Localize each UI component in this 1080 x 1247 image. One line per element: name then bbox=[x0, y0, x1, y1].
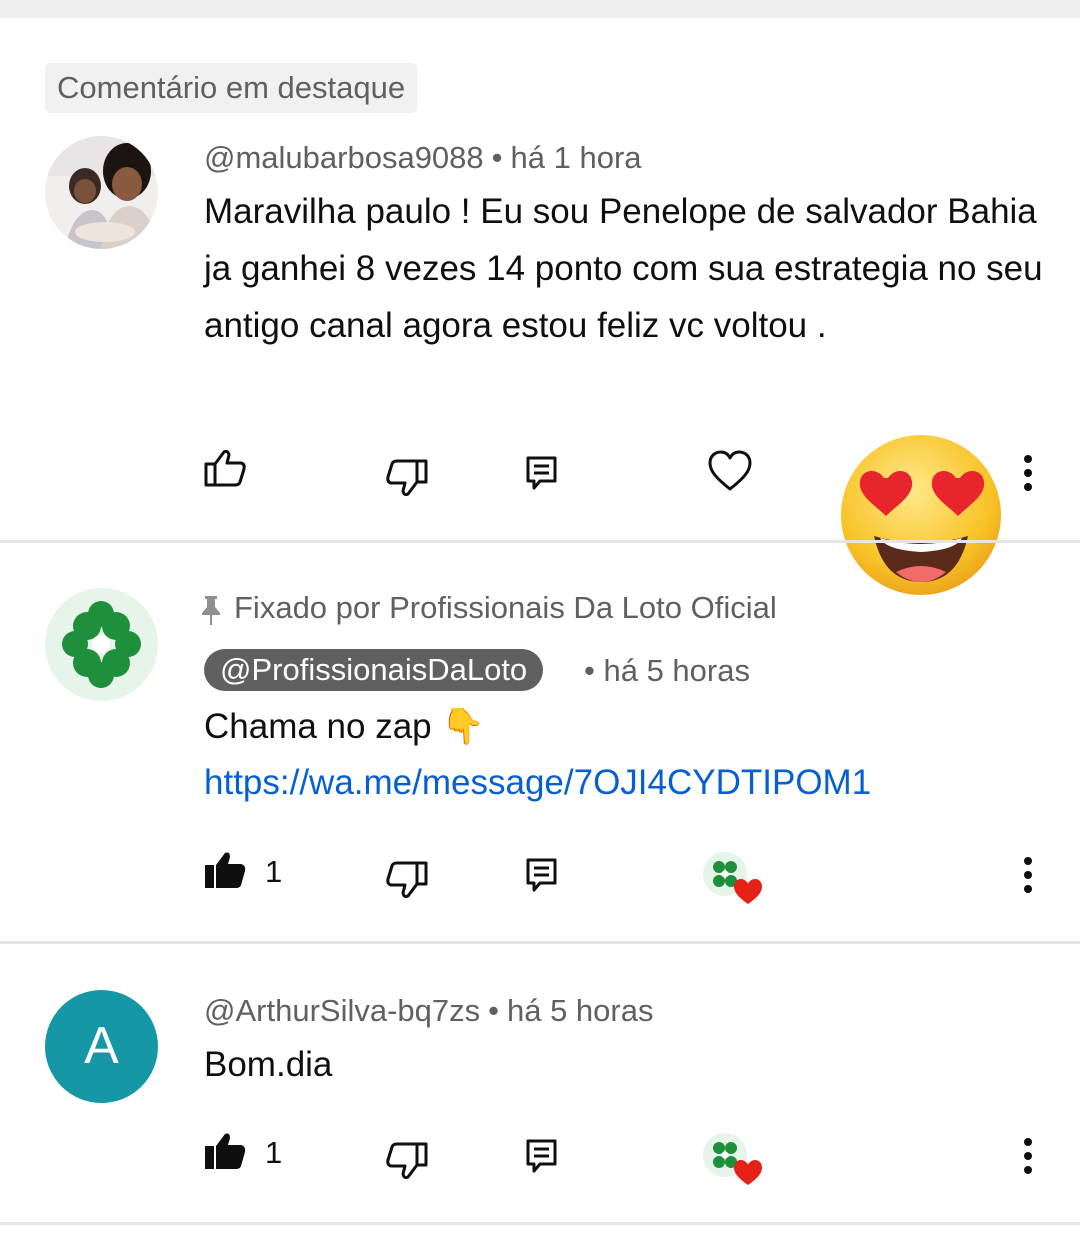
comment-author[interactable]: @ArthurSilva-bq7zs bbox=[204, 993, 480, 1028]
comment-time[interactable]: há 5 horas bbox=[603, 653, 750, 688]
pin-icon bbox=[202, 595, 220, 625]
highlighted-comment-label: Comentário em destaque bbox=[45, 63, 418, 113]
comment-divider bbox=[0, 941, 1080, 944]
comment-time[interactable]: há 1 hora bbox=[511, 140, 642, 175]
thumb-down-outline-icon[interactable] bbox=[385, 860, 429, 900]
user-avatar-letter[interactable]: A bbox=[45, 990, 158, 1103]
pinned-indicator: Fixado por Profissionais Da Loto Oficial bbox=[200, 587, 777, 629]
creator-heart-icon[interactable] bbox=[703, 852, 765, 908]
more-vertical-icon[interactable] bbox=[1021, 454, 1035, 492]
comment-text: Bom.dia bbox=[204, 1045, 333, 1084]
user-avatar[interactable] bbox=[45, 136, 158, 249]
thumb-up-outline-icon[interactable] bbox=[203, 448, 247, 488]
creator-heart-icon[interactable] bbox=[703, 1133, 765, 1189]
comment-link[interactable]: https://wa.me/message/7OJI4CYDTIPOM1 bbox=[204, 754, 871, 811]
like-count: 1 bbox=[265, 1135, 283, 1170]
meta-separator: • bbox=[491, 140, 503, 175]
thumb-down-outline-icon[interactable] bbox=[385, 1141, 429, 1181]
channel-owner-chip[interactable]: @ProfissionaisDaLoto bbox=[204, 649, 544, 691]
comment-text: Chama no zap 👇 bbox=[204, 707, 485, 746]
more-vertical-icon[interactable] bbox=[1021, 856, 1035, 894]
pinned-text: Fixado por Profissionais Da Loto Oficial bbox=[234, 590, 777, 625]
heart-outline-icon[interactable] bbox=[708, 450, 752, 492]
comment-author[interactable]: @malubarbosa9088 bbox=[204, 140, 484, 175]
comment-time[interactable]: há 5 horas bbox=[507, 993, 654, 1028]
comment-reply-icon[interactable] bbox=[526, 858, 558, 894]
comment-reply-icon[interactable] bbox=[526, 456, 558, 492]
comment-text: Maravilha paulo ! Eu sou Penelope de sal… bbox=[204, 192, 1043, 345]
thumb-up-filled-icon[interactable] bbox=[203, 1131, 247, 1171]
comment-meta: @malubarbosa9088 • há 1 hora bbox=[204, 138, 642, 178]
heart-eyes-emoji-icon bbox=[841, 435, 1001, 595]
channel-avatar[interactable] bbox=[45, 588, 158, 701]
comment-reply-icon[interactable] bbox=[526, 1139, 558, 1175]
more-vertical-icon[interactable] bbox=[1021, 1137, 1035, 1175]
comment-divider bbox=[0, 1222, 1080, 1225]
comment-divider bbox=[0, 540, 1080, 543]
meta-separator: • bbox=[584, 653, 595, 688]
top-separator bbox=[0, 0, 1080, 18]
thumb-up-filled-icon[interactable] bbox=[203, 850, 247, 890]
meta-separator: • bbox=[488, 993, 499, 1028]
thumb-down-outline-icon[interactable] bbox=[385, 458, 429, 498]
like-count: 1 bbox=[265, 854, 283, 889]
comment-meta: • há 5 horas bbox=[584, 651, 750, 691]
comment-meta: @ArthurSilva-bq7zs • há 5 horas bbox=[204, 991, 653, 1031]
